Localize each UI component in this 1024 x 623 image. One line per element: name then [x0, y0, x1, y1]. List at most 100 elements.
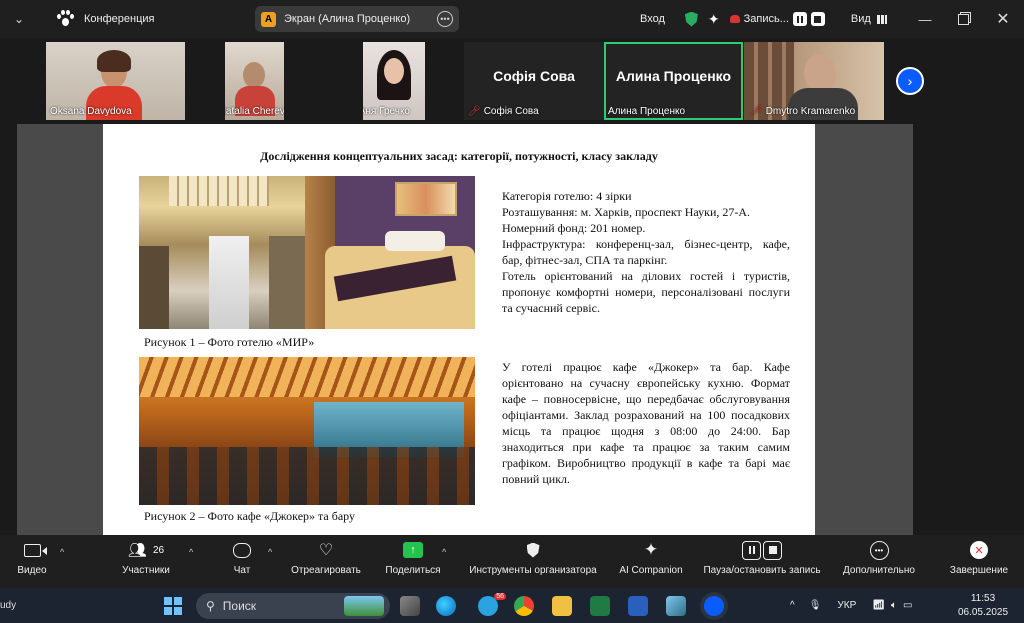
pause-icon [742, 540, 761, 560]
participants-button[interactable]: 👥︎ 26 Участники [110, 535, 182, 588]
participants-icon: 👥︎ [127, 542, 147, 559]
telegram-badge: 56 [494, 593, 506, 600]
screen-share-pill[interactable]: A Экран (Алина Проценко) ••• [255, 6, 459, 32]
hotel-infrastructure-line: Інфраструктура: конференц-зал, бізнес-це… [502, 237, 790, 267]
zoom-paw-icon [56, 10, 74, 28]
more-button[interactable]: ••• Дополнительно [836, 535, 922, 588]
video-button[interactable]: Видео [6, 535, 58, 588]
cafe-photo [139, 357, 475, 505]
participant-name: Алина Проценко [608, 106, 686, 117]
telegram-icon[interactable]: 56 [478, 593, 506, 616]
stop-icon[interactable] [810, 12, 825, 26]
meeting-toolbar: Видео ^ 👥︎ 26 Участники ^ Чат ^ ♡ Отреаги… [0, 535, 1024, 588]
file-explorer-icon[interactable] [552, 596, 572, 616]
heart-icon: ♡ [318, 542, 334, 559]
figure-caption-1: Рисунок 1 – Фото готелю «МИР» [144, 335, 315, 349]
task-view-icon[interactable] [400, 596, 420, 616]
tray-overflow-icon[interactable]: ^ [790, 600, 795, 611]
document-page: Дослідження концептуальних засад: катего… [103, 124, 815, 535]
participant-big-name: Алина Проценко [615, 68, 732, 84]
search-icon: ⚲ [206, 599, 215, 613]
host-tools-button[interactable]: Инструменты организатора [462, 535, 604, 588]
hotel-rooms-line: Номерний фонд: 201 номер. [502, 221, 646, 235]
photos-icon[interactable] [666, 596, 686, 616]
participants-options-caret[interactable]: ^ [189, 547, 193, 557]
chat-options-caret[interactable]: ^ [268, 547, 272, 557]
sparkle-icon[interactable]: ✦ [708, 11, 720, 28]
participants-count: 26 [152, 544, 165, 556]
mic-off-icon: 🎤︎ [750, 106, 763, 117]
windows-taskbar: udy ⚲ Поиск 56 ^ 🎙︎ УКР 📶︎ 🔈︎ ▭ 11:53 06… [0, 588, 1024, 623]
clock-date: 06.05.2025 [957, 607, 1009, 618]
search-highlight-image [344, 596, 384, 616]
chat-icon [233, 542, 251, 558]
end-meeting-button[interactable]: ✕ Завершение [944, 535, 1014, 588]
participant-tile[interactable]: 🎤︎ Dmytro Kramarenko [744, 42, 884, 120]
windows-start-icon[interactable] [164, 597, 182, 615]
recording-status: Запись... [743, 13, 789, 25]
system-tray: ^ 🎙︎ УКР 📶︎ 🔈︎ ▭ [790, 588, 912, 623]
stop-icon [763, 540, 782, 560]
view-button[interactable]: Вид [851, 13, 871, 25]
video-camera-icon [23, 543, 47, 557]
close-icon[interactable]: ✕ [980, 0, 1024, 38]
chevron-down-icon[interactable]: ⌄ [12, 12, 26, 26]
hotel-info-text: Категорія готелю: 4 зірки Розташування: … [502, 188, 790, 316]
participant-big-name: Софія Сова [493, 68, 575, 84]
participant-name: Natalia Cherevichna [225, 106, 284, 117]
video-options-caret[interactable]: ^ [60, 547, 64, 557]
wifi-icon[interactable]: 📶︎ [872, 600, 885, 611]
ai-companion-button[interactable]: ✦ AI Companion [614, 535, 688, 588]
mic-tray-icon[interactable]: 🎙︎ [809, 600, 822, 611]
end-call-icon: ✕ [970, 541, 988, 559]
shield-icon [526, 542, 540, 558]
participant-tile[interactable]: 🎤︎Natalia Cherevichna [225, 42, 284, 120]
participant-tile[interactable]: Oksana Davydova [46, 42, 185, 120]
clock[interactable]: 11:53 06.05.2025 [954, 592, 1012, 620]
participant-name: Аня Гречко [363, 106, 410, 117]
hotel-category-line: Категорія готелю: 4 зірки [502, 189, 632, 203]
clock-time: 11:53 [970, 593, 996, 604]
volume-icon[interactable]: 🔈︎ [891, 600, 897, 611]
edge-icon[interactable] [436, 596, 456, 616]
more-icon: ••• [869, 540, 889, 560]
title-bar: ⌄ Конференция A Экран (Алина Проценко) •… [0, 0, 1024, 38]
participant-strip: Oksana Davydova 🎤︎Natalia Cherevichna 🎤︎… [0, 38, 1024, 124]
more-options-icon[interactable]: ••• [437, 11, 453, 27]
excel-icon[interactable] [590, 596, 610, 616]
figure-caption-2: Рисунок 2 – Фото кафе «Джокер» та бару [144, 509, 356, 523]
shield-check-icon[interactable] [684, 11, 698, 27]
share-button[interactable]: ↑ Поделиться [380, 535, 446, 588]
hotel-location-line: Розташування: м. Харків, проспект Науки,… [502, 205, 751, 219]
sparkle-icon: ✦ [643, 540, 659, 559]
search-placeholder: Поиск [222, 599, 257, 613]
hotel-description-line: Готель орієнтований на ділових гостей і … [502, 269, 790, 315]
hotel-room-photo [305, 176, 475, 329]
participant-tile[interactable]: 🎤︎Аня Гречко [363, 42, 425, 120]
participant-name: Софія Сова [483, 106, 539, 117]
login-button[interactable]: Вход [640, 13, 665, 25]
zoom-app-icon[interactable] [704, 596, 724, 616]
taskbar-search[interactable]: ⚲ Поиск [196, 593, 390, 619]
chat-button[interactable]: Чат [218, 535, 266, 588]
participant-tile-active[interactable]: Алина Проценко Алина Проценко [604, 42, 743, 120]
taskbar-left-text: udy [0, 600, 17, 611]
app-name: Конференция [84, 13, 155, 25]
participant-tile[interactable]: Софія Сова 🎤︎ Софія Сова [464, 42, 604, 120]
next-page-icon[interactable]: › [896, 67, 924, 95]
pause-icon[interactable] [792, 12, 807, 26]
grid-icon[interactable] [876, 14, 887, 24]
battery-icon[interactable]: ▭ [903, 600, 912, 611]
react-button[interactable]: ♡ Отреагировать [284, 535, 368, 588]
chrome-icon[interactable] [514, 596, 534, 616]
sharer-badge: A [261, 11, 276, 27]
document-title: Дослідження концептуальних засад: катего… [260, 149, 658, 163]
hotel-lobby-photo [139, 176, 305, 329]
participant-name: Oksana Davydova [50, 106, 132, 117]
word-icon[interactable] [628, 596, 648, 616]
pause-stop-recording-button[interactable]: Пауза/остановить запись [698, 535, 826, 588]
share-options-caret[interactable]: ^ [442, 547, 446, 557]
shared-screen: Дослідження концептуальних засад: катего… [17, 124, 913, 535]
language-indicator[interactable]: УКР [837, 600, 856, 611]
cafe-info-text: У готелі працює кафе «Джокер» та бар. Ка… [502, 360, 790, 486]
